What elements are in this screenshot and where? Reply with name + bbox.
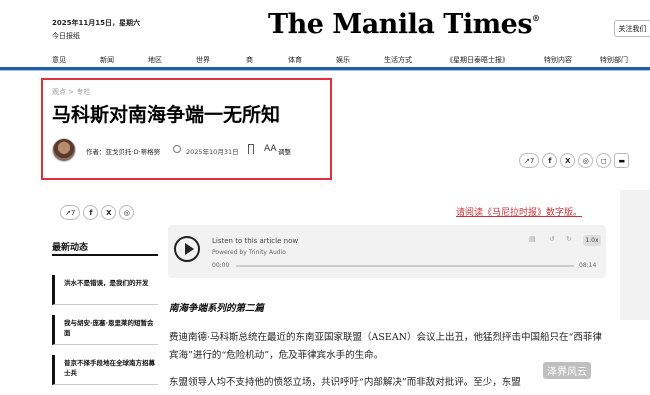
comment-icon[interactable]: ▬	[614, 153, 630, 168]
rewind-icon[interactable]: ↺	[549, 235, 555, 243]
nav-item-regions[interactable]: 地区	[148, 55, 162, 65]
forward-icon[interactable]: ↻	[566, 235, 572, 243]
article-subhead: 南海争端系列的第二篇	[169, 303, 265, 314]
nav-item-business[interactable]: 商	[246, 55, 253, 65]
main-nav: 意见 新闻 地区 世界 商 体育 娱乐 生活方式 《星期日泰晤士报》 特别内容 …	[0, 52, 650, 67]
nav-item-opinion[interactable]: 意见	[52, 55, 66, 65]
nav-divider-light	[0, 70, 650, 71]
nav-item-news[interactable]: 新闻	[100, 55, 114, 65]
x-twitter-icon[interactable]: X	[560, 153, 576, 168]
latest-news-title: 最新动态	[52, 243, 89, 253]
site-header: 2025年11月15日，星期六 今日报纸 The Manila Times® 关…	[0, 0, 650, 52]
article-headline: 马科斯对南海争端一无所知	[52, 104, 281, 126]
nav-item-sunday-times[interactable]: 《星期日泰晤士报》	[446, 55, 509, 65]
nav-item-special-content[interactable]: 特别内容	[544, 55, 572, 65]
clock-icon	[173, 145, 181, 153]
audio-powered-by[interactable]: Powered by Trinity Audio	[212, 249, 286, 256]
bookmark-icon[interactable]	[248, 144, 254, 154]
playlist-icon[interactable]: ▤	[529, 235, 536, 243]
adjust-font-button[interactable]: 调整	[278, 146, 291, 156]
x-twitter-icon[interactable]: X	[101, 205, 117, 220]
share-count-button-body[interactable]: ↗ 7	[60, 205, 81, 220]
sidebar-item-1[interactable]: 洪水不是错误，是我们的开发	[52, 275, 158, 305]
follow-us-button[interactable]: 关注我们	[614, 20, 650, 37]
publish-date: 2025年10月31日	[186, 148, 239, 156]
playback-speed-button[interactable]: 1.0x	[583, 235, 601, 246]
current-date: 2025年11月15日，星期六	[52, 19, 140, 27]
article-paragraph: 费迪南德·马科斯总统在最近的东南亚国家联盟（ASEAN）会议上出丑，他猛烈抨击中…	[169, 332, 602, 361]
play-icon[interactable]	[174, 236, 200, 262]
whatsapp-icon[interactable]: ◎	[578, 153, 594, 168]
nav-item-lifestyle[interactable]: 生活方式	[384, 55, 412, 65]
sidebar-item-3[interactable]: 普京不择手段地在全球南方招募士兵	[52, 355, 158, 385]
nav-item-special-sections[interactable]: 特别部门	[600, 55, 628, 65]
watermark-text: 泽界风云	[543, 362, 591, 379]
digital-edition-link[interactable]: 请阅读《马尼拉时报》数字版。	[456, 205, 582, 218]
audio-title: Listen to this article now	[212, 237, 299, 245]
share-toolbar-top: ↗ 7 f X ◎ ◻ ▬	[519, 153, 630, 168]
facebook-icon[interactable]: f	[83, 205, 99, 220]
font-size-icon[interactable]: AA	[264, 144, 277, 154]
author-avatar[interactable]	[52, 138, 76, 162]
share-count: 7	[70, 208, 76, 217]
instagram-icon[interactable]: ◻	[596, 153, 612, 168]
today-paper-link[interactable]: 今日报纸	[52, 31, 80, 41]
breadcrumb[interactable]: 观点 > 专栏	[52, 87, 90, 97]
nav-item-sports[interactable]: 体育	[288, 55, 302, 65]
author-byline[interactable]: 作者：亚戈贝托·D·蒂格努	[86, 146, 160, 156]
audio-total-time: 08:14	[579, 262, 597, 269]
facebook-icon[interactable]: f	[542, 153, 558, 168]
nav-item-entertainment[interactable]: 娱乐	[336, 55, 350, 65]
sidebar-divider	[52, 254, 158, 256]
side-panel-edge	[620, 190, 650, 320]
audio-current-time: 00:00	[212, 262, 230, 269]
site-logo[interactable]: The Manila Times®	[268, 9, 540, 40]
nav-item-world[interactable]: 世界	[196, 55, 210, 65]
share-count-button[interactable]: ↗ 7	[519, 153, 540, 168]
share-count: 7	[529, 156, 535, 165]
sidebar-item-2[interactable]: 我与胡安·庞塞·恩里莱的短暂会面	[52, 315, 158, 345]
audio-progress-bar[interactable]	[236, 265, 574, 267]
whatsapp-icon[interactable]: ◎	[119, 205, 135, 220]
share-toolbar-body: ↗ 7 f X ◎	[60, 205, 135, 220]
